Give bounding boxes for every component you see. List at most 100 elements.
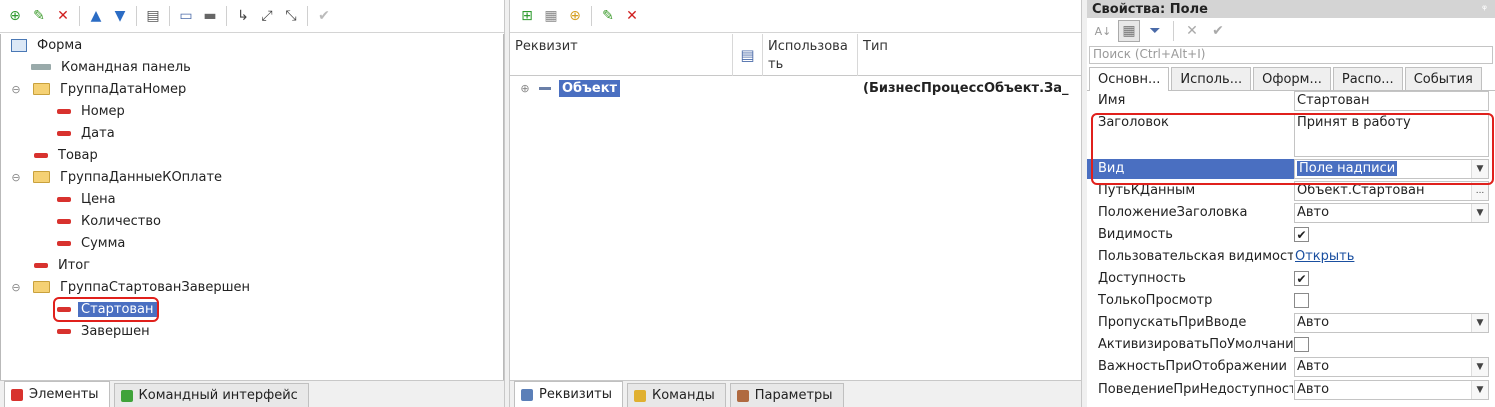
properties-pane: Свойства: Поле ᵠ A↓ ▦ ⏷ ✕ ✔ Поиск (Ctrl+…: [1087, 0, 1495, 407]
display-icon[interactable]: ▭: [175, 5, 197, 27]
tab-label: Реквизиты: [539, 387, 612, 402]
attribute-icon: [57, 108, 71, 114]
clear-icon[interactable]: ✕: [1181, 20, 1203, 42]
tab-label: Параметры: [754, 388, 833, 403]
property-checkbox[interactable]: ✔: [1294, 227, 1309, 242]
tab-elements-1[interactable]: Командный интерфейс: [113, 383, 309, 407]
tree-item[interactable]: Дата: [1, 122, 115, 144]
tree-item[interactable]: Номер: [1, 100, 125, 122]
add-icon[interactable]: ⊕: [4, 5, 26, 27]
edit-icon[interactable]: ✎: [28, 5, 50, 27]
delete-icon[interactable]: ✕: [52, 5, 74, 27]
property-row-behavior: ПоведениеПриНедоступности Авто ▼: [1087, 380, 1495, 400]
tree-item[interactable]: Количество: [1, 210, 161, 232]
dropdown-arrow-icon[interactable]: ▼: [1471, 314, 1488, 332]
form-icon: [11, 38, 27, 52]
property-name: ПоведениеПриНедоступности: [1098, 382, 1293, 397]
tab-elements-0[interactable]: Элементы: [4, 381, 110, 407]
tree-item-label: Номер: [81, 103, 125, 119]
property-value-text: Стартован: [1297, 93, 1370, 108]
toolbar-divider: [591, 6, 592, 26]
requisites-header: Реквизит ▤ Использова ть Тип: [510, 34, 1081, 76]
property-value[interactable]: Стартован: [1294, 91, 1489, 111]
attribute-icon: [57, 240, 71, 246]
table-icon[interactable]: ▤: [142, 5, 164, 27]
property-name: ТолькоПросмотр: [1098, 293, 1213, 308]
property-link[interactable]: Открыть: [1295, 249, 1354, 264]
elements-tree[interactable]: Форма Командная панель ⊖ ГруппаДатаНомер Ном…: [0, 34, 504, 381]
property-value[interactable]: Авто ▼: [1294, 203, 1489, 223]
sort-alpha-icon[interactable]: A↓: [1092, 20, 1114, 42]
tree-item[interactable]: Итог: [1, 254, 90, 276]
move-down-icon[interactable]: ▼: [109, 5, 131, 27]
add-column-icon[interactable]: ⊕: [564, 5, 586, 27]
folder-icon: [33, 281, 50, 293]
apply-icon[interactable]: ✔: [1207, 20, 1229, 42]
tree-item[interactable]: ⊖ ГруппаСтартованЗавершен: [1, 276, 250, 298]
tree-item[interactable]: Форма: [1, 34, 82, 56]
tree-item-label: Форма: [37, 37, 83, 53]
panel-icon[interactable]: ▬: [199, 5, 221, 27]
tab-requisites-0[interactable]: Реквизиты: [514, 381, 623, 407]
dropdown-arrow-icon[interactable]: ▼: [1471, 381, 1488, 399]
column-type[interactable]: Тип: [858, 34, 1083, 76]
dropdown-arrow-icon[interactable]: ▼: [1471, 358, 1488, 376]
property-checkbox[interactable]: [1294, 293, 1309, 308]
tree-item[interactable]: Товар: [1, 144, 98, 166]
properties-search-input[interactable]: Поиск (Ctrl+Alt+I): [1089, 46, 1493, 64]
column-usage[interactable]: Использова ть: [763, 34, 858, 76]
property-checkbox[interactable]: [1294, 337, 1309, 352]
path-icon[interactable]: ↳: [232, 5, 254, 27]
property-checkbox[interactable]: ✔: [1294, 271, 1309, 286]
expand-icon[interactable]: ⤡: [280, 5, 302, 27]
add-requisite-icon[interactable]: ⊞: [516, 5, 538, 27]
tab-requisites-2[interactable]: Параметры: [729, 383, 844, 407]
collapse-toggle-icon[interactable]: ⊖: [11, 83, 21, 96]
move-up-icon[interactable]: ▲: [85, 5, 107, 27]
column-requisite[interactable]: Реквизит: [510, 34, 733, 76]
tree-item[interactable]: Сумма: [1, 232, 125, 254]
property-row-skip: ПропускатьПриВводе Авто ▼: [1087, 313, 1495, 333]
tree-item-label: Командная панель: [61, 59, 191, 75]
requisites-bottom-tabs: Реквизиты Команды Параметры: [510, 380, 1081, 407]
categories-icon[interactable]: ▦: [1118, 20, 1140, 42]
tab-label: Командный интерфейс: [138, 388, 298, 403]
delete-icon[interactable]: ✕: [621, 5, 643, 27]
properties-title: Свойства: Поле: [1092, 1, 1208, 17]
tab-requisites-1[interactable]: Команды: [627, 383, 726, 407]
add-table-icon[interactable]: ▦: [540, 5, 562, 27]
tree-item[interactable]: ⊖ ГруппаДатаНомер: [1, 78, 186, 100]
collapse-toggle-icon[interactable]: ⊖: [11, 281, 21, 294]
tree-item[interactable]: ⊖ ГруппаДанныеКОплате: [1, 166, 222, 188]
property-row-readonly: ТолькоПросмотр: [1087, 291, 1495, 311]
property-value[interactable]: Авто ▼: [1294, 380, 1489, 400]
properties-tab[interactable]: Основн...: [1089, 67, 1170, 91]
properties-tab[interactable]: Оформ...: [1253, 67, 1331, 90]
table-row[interactable]: ⊕ Объект (БизнесПроцессОбъект.За_: [510, 77, 1081, 99]
tree-item-label: ГруппаДатаНомер: [60, 81, 187, 97]
collapse-toggle-icon[interactable]: ⊖: [11, 171, 21, 184]
filter-icon[interactable]: ⏷: [1144, 20, 1166, 42]
dropdown-arrow-icon[interactable]: ▼: [1471, 204, 1488, 222]
properties-tab[interactable]: Исполь...: [1171, 67, 1252, 90]
row-name[interactable]: Объект: [559, 79, 621, 97]
property-row-name: Имя Стартован: [1087, 91, 1495, 111]
property-value[interactable]: Авто ▼: [1294, 313, 1489, 333]
property-value[interactable]: Авто ▼: [1294, 357, 1489, 377]
properties-tab[interactable]: События: [1404, 67, 1482, 90]
column-usage-icon[interactable]: ▤: [733, 34, 763, 76]
resize-icon[interactable]: ⤢: [256, 5, 278, 27]
tree-item[interactable]: Завершен: [1, 320, 150, 342]
tree-item[interactable]: Командная панель: [1, 56, 191, 78]
edit-icon[interactable]: ✎: [597, 5, 619, 27]
tree-item-label: Завершен: [81, 323, 150, 339]
requisites-grid[interactable]: ⊕ Объект (БизнесПроцессОбъект.За_: [510, 77, 1081, 380]
pin-icon[interactable]: ᵠ: [1482, 2, 1487, 16]
check-icon[interactable]: ✔: [313, 5, 335, 27]
property-name: ПропускатьПриВводе: [1098, 315, 1247, 330]
properties-tabs: Основн... Исполь... Оформ... Распо... Событи…: [1087, 67, 1495, 91]
properties-tab[interactable]: Распо...: [1332, 67, 1403, 90]
tree-item[interactable]: Цена: [1, 188, 116, 210]
expand-toggle-icon[interactable]: ⊕: [519, 82, 531, 95]
property-name: Доступность: [1098, 271, 1186, 286]
